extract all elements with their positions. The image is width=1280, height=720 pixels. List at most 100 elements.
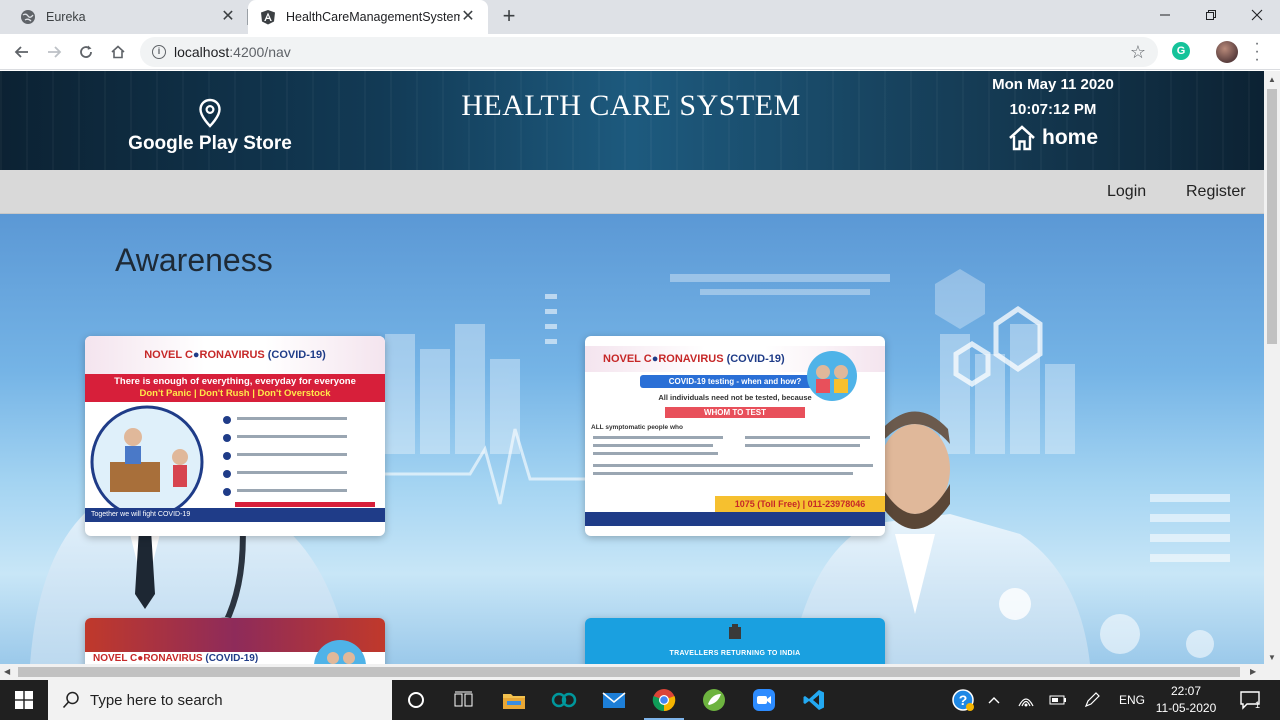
current-time: 10:07:12 PM	[1009, 101, 1097, 118]
chrome-icon[interactable]	[640, 680, 688, 720]
reload-icon[interactable]	[72, 38, 100, 66]
horizontal-scrollbar[interactable]: ◀ ▶	[0, 664, 1280, 680]
current-date: Mon May 11 2020	[992, 76, 1114, 93]
register-link[interactable]: Register	[1186, 183, 1246, 201]
clock-time: 22:07	[1170, 684, 1202, 698]
file-explorer-icon[interactable]	[490, 680, 538, 720]
page-viewport: Google Play Store HEALTH CARE SYSTEM Mon…	[0, 71, 1264, 664]
profile-avatar[interactable]	[1216, 41, 1238, 63]
browser-tab-strip: Eureka ✕ HealthCareManagementSystem ✕ +	[0, 0, 1280, 34]
awareness-section: Awareness NOVEL C ● RONAVIRUS (COVID-19) Th…	[0, 214, 1264, 664]
scroll-down-arrow-icon[interactable]: ▼	[1268, 653, 1276, 662]
language-indicator[interactable]: ENG	[1112, 680, 1152, 720]
vertical-scrollbar[interactable]: ▲ ▼	[1264, 71, 1280, 664]
url-path: :4200/nav	[229, 44, 291, 60]
poster-title: NOVEL C ● RONAVIRUS (COVID-19)	[85, 336, 385, 374]
travellers-poster-card[interactable]: TRAVELLERS RETURNING TO INDIA	[585, 618, 885, 664]
scroll-up-arrow-icon[interactable]: ▲	[1268, 75, 1276, 84]
windows-start-icon[interactable]	[0, 680, 48, 720]
covid-testing-poster-card[interactable]: NOVEL C ● RONAVIRUS (COVID-19) COVID-19 tes…	[585, 336, 885, 536]
info-icon[interactable]: i	[152, 45, 166, 59]
taskbar-search-box[interactable]: Type here to search	[48, 680, 392, 720]
back-arrow-icon[interactable]	[8, 38, 36, 66]
site-title: HEALTH CARE SYSTEM	[461, 89, 801, 122]
close-tab-icon[interactable]: ✕	[460, 9, 476, 25]
task-view-icon[interactable]	[440, 680, 488, 720]
top-navbar: Login Register	[0, 170, 1264, 214]
poster-footer-band	[585, 512, 885, 526]
tab-title: Eureka	[46, 10, 86, 24]
poster-subtitle: (COVID-19)	[726, 353, 785, 365]
tab-healthcare[interactable]: HealthCareManagementSystem ✕	[248, 0, 488, 34]
clock-date: 11-05-2020	[1155, 701, 1217, 715]
poster-title-part: RONAVIRUS	[143, 653, 203, 664]
scroll-right-arrow-icon[interactable]: ▶	[1250, 667, 1256, 676]
bookmark-star-icon[interactable]: ☆	[1130, 42, 1146, 63]
menu-kebab-icon[interactable]: · · ·	[1252, 36, 1262, 68]
home-icon	[1009, 125, 1035, 151]
notification-center-icon[interactable]: 1	[1232, 680, 1268, 720]
site-header: Google Play Store HEALTH CARE SYSTEM Mon…	[0, 71, 1264, 170]
angular-icon	[260, 9, 276, 25]
tab-title: HealthCareManagementSystem	[286, 10, 460, 24]
poster-subtitle: (COVID-19)	[205, 653, 259, 664]
covid-poster-card[interactable]: NOVEL C●RONAVIRUS (COVID-19)	[85, 618, 385, 664]
poster-line: ALL symptomatic people who	[591, 424, 683, 431]
poster-subtitle: (COVID-19)	[267, 349, 326, 361]
horizontal-scroll-thumb[interactable]	[18, 667, 1240, 677]
arduino-icon[interactable]	[540, 680, 588, 720]
poster-text-lines	[593, 436, 873, 475]
google-play-store-link[interactable]: Google Play Store	[120, 133, 300, 155]
login-link[interactable]: Login	[1107, 183, 1146, 201]
minimize-icon[interactable]	[1142, 0, 1188, 30]
location-pin-icon[interactable]	[198, 98, 222, 128]
poster-line: Don't Overstock	[257, 388, 331, 399]
tab-eureka[interactable]: Eureka ✕	[8, 0, 248, 34]
address-bar[interactable]: i localhost:4200/nav ☆	[140, 37, 1158, 67]
family-illustration	[807, 351, 857, 401]
poster-line: Don't Panic	[139, 388, 192, 399]
virus-icon: ●	[192, 349, 200, 361]
family-illustration	[314, 640, 366, 664]
url-host: localhost	[174, 44, 230, 60]
mail-icon[interactable]	[590, 680, 638, 720]
poster-line: There is enough of everything, everyday …	[114, 376, 356, 387]
home-link[interactable]: home	[1008, 125, 1098, 151]
help-badge-icon[interactable]: ?	[948, 680, 978, 720]
zoom-icon[interactable]	[740, 680, 788, 720]
vscode-icon[interactable]	[790, 680, 838, 720]
battery-icon[interactable]	[1046, 680, 1070, 720]
vertical-scroll-thumb[interactable]	[1267, 89, 1277, 344]
restore-icon[interactable]	[1188, 0, 1234, 30]
emblem-icon	[729, 624, 741, 639]
awareness-heading: Awareness	[115, 242, 273, 278]
home-icon[interactable]	[104, 38, 132, 66]
cortana-icon[interactable]	[392, 680, 440, 720]
poster-illustration	[90, 405, 375, 519]
grammarly-extension-icon[interactable]: G	[1172, 42, 1190, 60]
globe-icon	[20, 9, 36, 25]
search-placeholder: Type here to search	[90, 691, 223, 709]
poster-footer: Together we will fight COVID-19	[85, 508, 385, 522]
new-tab-button[interactable]: +	[497, 5, 521, 29]
poster-banner: There is enough of everything, everyday …	[85, 374, 385, 402]
covid-poster-card[interactable]: NOVEL C ● RONAVIRUS (COVID-19) There is eno…	[85, 336, 385, 536]
pen-icon[interactable]	[1080, 680, 1104, 720]
poster-header: NOVEL C●RONAVIRUS (COVID-19)	[85, 618, 385, 664]
browser-toolbar: i localhost:4200/nav ☆	[0, 34, 1280, 70]
poster-title-part: RONAVIRUS	[199, 349, 265, 361]
poster-travellers-text: TRAVELLERS RETURNING TO INDIA	[669, 650, 801, 657]
poster-title-part: NOVEL C	[144, 349, 193, 361]
close-tab-icon[interactable]: ✕	[220, 9, 236, 25]
tray-chevron-up-icon[interactable]	[984, 680, 1004, 720]
poster-line: Don't Rush	[199, 388, 250, 399]
network-icon[interactable]	[1014, 680, 1038, 720]
poster-title-part: NOVEL C	[603, 353, 652, 365]
poster-helpline: 1075 (Toll Free) | 011-23978046	[715, 496, 885, 512]
close-window-icon[interactable]	[1234, 0, 1280, 30]
forward-arrow-icon[interactable]	[40, 38, 68, 66]
taskbar-clock[interactable]: 22:07 11-05-2020	[1150, 683, 1222, 717]
svg-text:?: ?	[959, 692, 968, 708]
scroll-left-arrow-icon[interactable]: ◀	[4, 667, 10, 676]
spring-tool-icon[interactable]	[690, 680, 738, 720]
